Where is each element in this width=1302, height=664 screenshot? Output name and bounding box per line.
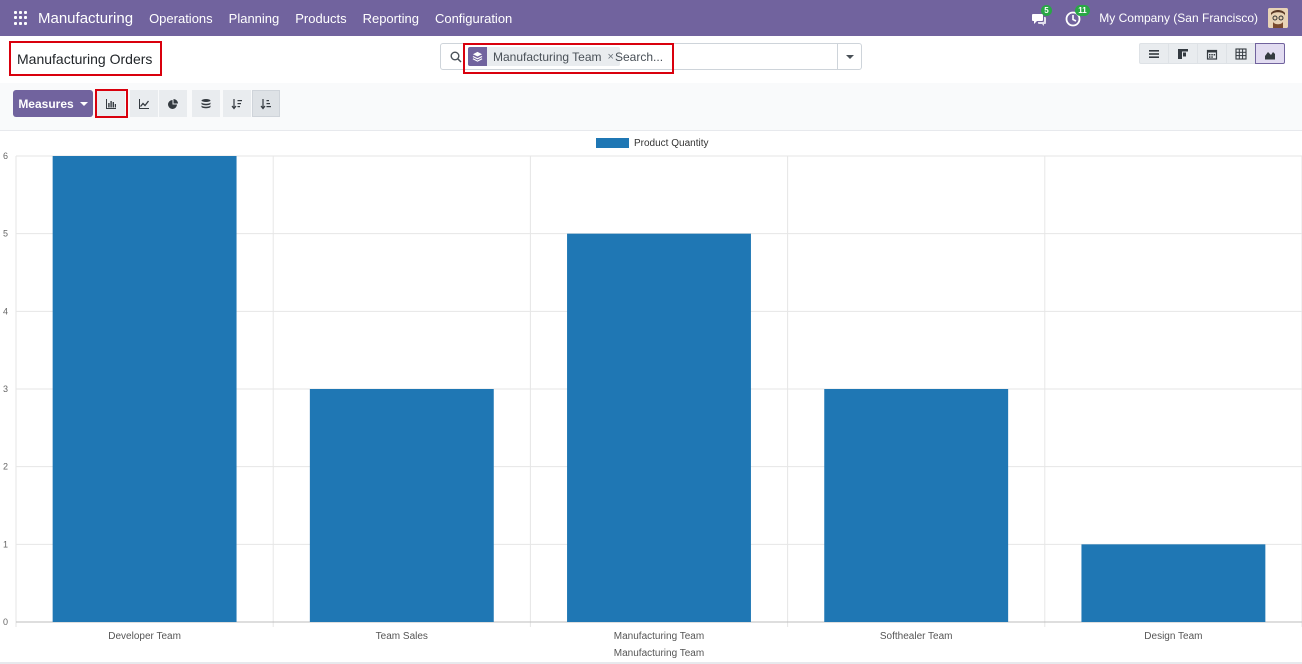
top-navbar: Manufacturing Operations Planning Produc… — [0, 0, 1302, 36]
group-by-layers-icon — [468, 47, 487, 66]
y-tick-label: 4 — [3, 306, 8, 316]
pivot-view-button[interactable] — [1226, 43, 1256, 64]
graph-view-button[interactable] — [1255, 43, 1285, 64]
bar-chart-highlight-box — [95, 89, 128, 118]
app-name[interactable]: Manufacturing — [38, 10, 133, 27]
database-stack-icon — [201, 98, 211, 108]
stacked-button[interactable] — [192, 90, 220, 117]
search-options-toggle[interactable] — [837, 44, 861, 69]
measures-label: Measures — [18, 96, 74, 111]
menu-reporting[interactable]: Reporting — [355, 11, 427, 26]
line-chart-button[interactable] — [130, 90, 158, 117]
chevron-down-icon — [845, 54, 854, 59]
search-facet[interactable]: Manufacturing Team × — [468, 47, 620, 66]
caret-down-icon — [79, 101, 88, 106]
measures-dropdown[interactable]: Measures — [13, 90, 93, 117]
company-switcher[interactable]: My Company (San Francisco) — [1099, 11, 1258, 25]
bar-4 — [1081, 544, 1266, 622]
bar-3 — [824, 389, 1009, 622]
menu-operations[interactable]: Operations — [141, 11, 221, 26]
legend-label: Product Quantity — [634, 138, 708, 149]
list-view-button[interactable] — [1139, 43, 1169, 64]
search-bar: Manufacturing Team × — [440, 43, 862, 74]
line-chart-icon — [139, 98, 150, 109]
x-axis-title: Manufacturing Team — [614, 648, 704, 659]
menu-products[interactable]: Products — [287, 11, 354, 26]
legend-swatch — [596, 138, 629, 148]
sort-ascending-button[interactable] — [252, 90, 280, 117]
graph-container: 0 1 2 3 4 5 6 Product Quantity Developer Team Tea… — [0, 131, 1302, 664]
menu-configuration[interactable]: Configuration — [427, 11, 520, 26]
y-tick-label: 3 — [3, 384, 8, 394]
activities-counter: 11 — [1075, 5, 1090, 16]
list-icon — [1149, 49, 1159, 58]
calendar-icon — [1206, 49, 1218, 60]
facet-label: Manufacturing Team — [493, 49, 602, 64]
y-tick-label: 2 — [3, 462, 8, 472]
sort-ascending-icon — [260, 98, 271, 109]
breadcrumb-label: Manufacturing Orders — [17, 50, 153, 67]
kanban-icon — [1178, 48, 1188, 59]
bar-2 — [567, 233, 751, 622]
x-tick-label: Design Team — [1144, 631, 1202, 642]
bar-0 — [52, 156, 237, 622]
bar-1 — [309, 389, 494, 622]
x-tick-label: Developer Team — [108, 631, 181, 642]
menu-planning[interactable]: Planning — [221, 11, 288, 26]
kanban-view-button[interactable] — [1168, 43, 1198, 64]
area-chart-icon — [1265, 51, 1275, 59]
calendar-view-button[interactable] — [1197, 43, 1227, 64]
x-tick-label: Manufacturing Team — [614, 631, 704, 642]
messages-button[interactable]: 5 — [1031, 5, 1052, 28]
sort-descending-icon — [231, 98, 242, 109]
page-title: Manufacturing Orders — [9, 41, 162, 76]
user-avatar[interactable] — [1268, 8, 1288, 28]
avatar-face-icon — [1268, 8, 1288, 28]
systray: 5 11 My Company (San Francisco) — [1031, 0, 1302, 36]
y-tick-label: 6 — [3, 151, 8, 161]
activities-button[interactable]: 11 — [1065, 5, 1090, 28]
bar-chart: 0 1 2 3 4 5 6 Product Quantity Developer Team Tea… — [3, 138, 1302, 659]
messages-counter: 5 — [1041, 5, 1052, 16]
search-icon — [450, 51, 462, 63]
pivot-icon — [1235, 47, 1247, 60]
view-switcher — [1139, 43, 1285, 64]
pie-chart-button[interactable] — [159, 90, 187, 117]
x-tick-label: Team Sales — [376, 631, 428, 642]
sort-descending-button[interactable] — [223, 90, 251, 117]
search-input[interactable] — [615, 49, 835, 65]
pie-chart-icon — [168, 98, 178, 109]
y-tick-label: 5 — [3, 229, 8, 239]
y-tick-label: 0 — [3, 617, 8, 627]
app-grid-icon[interactable] — [14, 11, 28, 25]
x-tick-label: Softhealer Team — [880, 631, 953, 642]
y-tick-label: 1 — [3, 539, 8, 549]
